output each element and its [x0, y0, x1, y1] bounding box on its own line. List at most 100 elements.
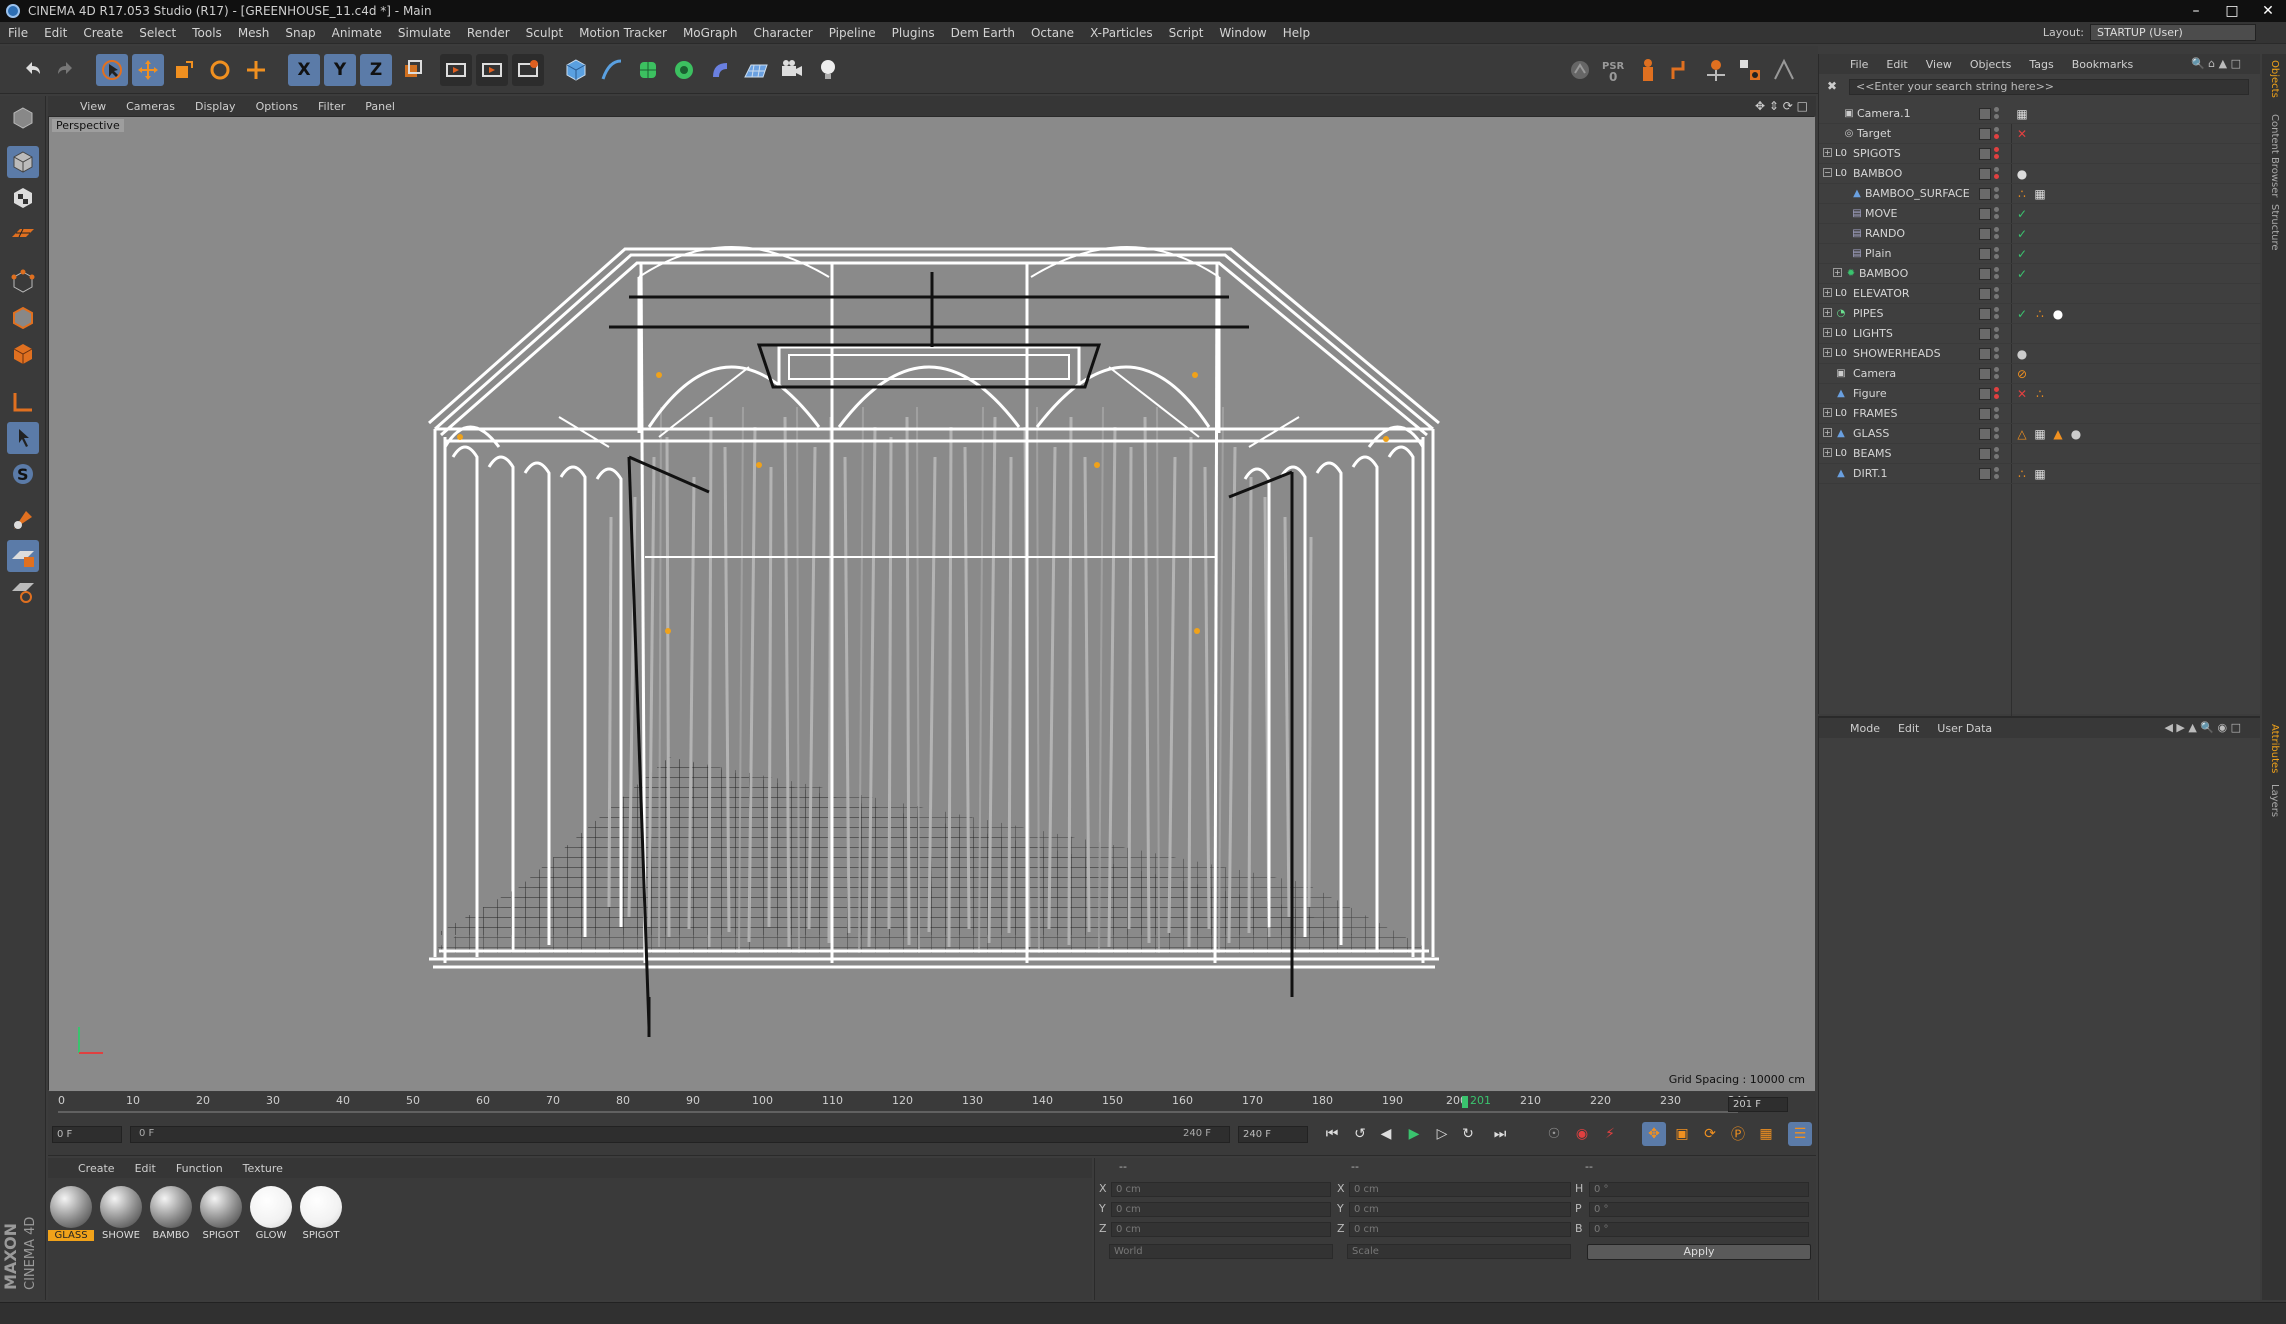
texture-tag-icon[interactable]: ▦	[2033, 187, 2047, 201]
disabled-x-icon[interactable]: ✕	[2015, 127, 2029, 141]
editor-visibility-toggle[interactable]	[1979, 268, 1991, 280]
size-y-field[interactable]: 0 cm	[1349, 1202, 1571, 1217]
spline-pen-icon[interactable]	[596, 54, 628, 86]
object-row[interactable]: ▤ MOVE ✓	[1819, 204, 2261, 224]
phong-tag-icon[interactable]: ▲	[2051, 427, 2065, 441]
menu-file[interactable]: File	[0, 22, 36, 44]
visibility-dots[interactable]	[1994, 427, 2000, 441]
object-menu-tags[interactable]: Tags	[2020, 58, 2062, 71]
material-swatch[interactable]: SPIGOT	[198, 1186, 244, 1244]
material-tag-icon[interactable]: ●	[2015, 167, 2029, 181]
deformer-icon[interactable]	[704, 54, 736, 86]
editor-visibility-toggle[interactable]	[1979, 108, 1991, 120]
enabled-check-icon[interactable]: ✓	[2015, 207, 2029, 221]
previous-frame-icon[interactable]: ◀	[1374, 1122, 1398, 1146]
editor-visibility-toggle[interactable]	[1979, 128, 1991, 140]
material-menu-edit[interactable]: Edit	[125, 1162, 166, 1175]
material-swatch[interactable]: BAMBO	[148, 1186, 194, 1244]
visibility-dots[interactable]	[1994, 407, 2000, 421]
cube-icon[interactable]	[560, 54, 592, 86]
lock-workplane-icon[interactable]	[7, 576, 39, 608]
size-mode-dropdown[interactable]: Scale	[1347, 1244, 1571, 1259]
object-row[interactable]: ◎ Target ✕	[1819, 124, 2261, 144]
tab-content-browser[interactable]: Content Browser	[2269, 114, 2280, 197]
snapping-icon[interactable]: S	[7, 458, 39, 490]
key-parameter-icon[interactable]: Ⓟ	[1726, 1122, 1750, 1146]
visibility-dots[interactable]	[1994, 367, 2000, 381]
visibility-dots[interactable]	[1994, 307, 2000, 321]
goto-end-icon[interactable]: ⏭	[1488, 1122, 1512, 1146]
object-row[interactable]: + L0 SPIGOTS	[1819, 144, 2261, 164]
editor-visibility-toggle[interactable]	[1979, 408, 1991, 420]
selection-tag-icon[interactable]: ∴	[2033, 307, 2047, 321]
protection-tag-icon[interactable]: ⊘	[2015, 367, 2029, 381]
visibility-dots[interactable]	[1994, 107, 2000, 121]
expand-icon[interactable]: +	[1823, 288, 1832, 297]
object-menu-edit[interactable]: Edit	[1877, 58, 1916, 71]
object-row[interactable]: + L0 SHOWERHEADS ●	[1819, 344, 2261, 364]
record-active-objects-icon[interactable]: ◉	[1570, 1122, 1594, 1146]
object-row[interactable]: + L0 ELEVATOR	[1819, 284, 2261, 304]
menu-dem-earth[interactable]: Dem Earth	[943, 22, 1023, 44]
pos-y-field[interactable]: 0 cm	[1111, 1202, 1331, 1217]
material-menu-function[interactable]: Function	[166, 1162, 233, 1175]
rot-h-field[interactable]: 0 °	[1589, 1182, 1809, 1197]
collapse-icon[interactable]: −	[1823, 168, 1832, 177]
visibility-dots[interactable]	[1994, 167, 2000, 181]
key-point-level-icon[interactable]: ▦	[1754, 1122, 1778, 1146]
render-view-icon[interactable]	[440, 54, 472, 86]
menu-create[interactable]: Create	[75, 22, 131, 44]
minimize-icon[interactable]: –	[2178, 0, 2214, 22]
key-position-icon[interactable]: ✥	[1642, 1122, 1666, 1146]
visibility-dots[interactable]	[1994, 387, 2000, 401]
maximize-icon[interactable]: □	[2214, 0, 2250, 22]
menu-tools[interactable]: Tools	[184, 22, 230, 44]
editor-visibility-toggle[interactable]	[1979, 328, 1991, 340]
material-menu-create[interactable]: Create	[68, 1162, 125, 1175]
selection-tag-icon[interactable]: ∴	[2015, 187, 2029, 201]
previous-keyframe-icon[interactable]: ↺	[1348, 1122, 1372, 1146]
layout-dropdown[interactable]: STARTUP (User)	[2090, 24, 2256, 41]
psr-icon[interactable]: PSR 0	[1598, 54, 1630, 86]
selection-tag-icon[interactable]: ∴	[2015, 467, 2029, 481]
texture-mode-icon[interactable]	[7, 182, 39, 214]
object-row[interactable]: ▤ RANDO ✓	[1819, 224, 2261, 244]
y-axis-lock-button[interactable]: Y	[324, 54, 356, 86]
perspective-viewport[interactable]: Perspective Grid Spacing : 10000 cm	[48, 116, 1815, 1091]
coordinate-system-icon[interactable]	[396, 54, 428, 86]
object-row[interactable]: + ✹ BAMBOO ✓	[1819, 264, 2261, 284]
material-swatch[interactable]: GLASS	[48, 1186, 94, 1244]
visibility-dots[interactable]	[1994, 247, 2000, 261]
menu-mesh[interactable]: Mesh	[230, 22, 278, 44]
pos-z-field[interactable]: 0 cm	[1111, 1222, 1331, 1237]
viewport-nav-icons[interactable]: ✥ ⇕ ⟳ □	[1755, 99, 1808, 113]
menu-character[interactable]: Character	[745, 22, 820, 44]
tab-attributes[interactable]: Attributes	[2269, 724, 2280, 773]
attribute-menu-edit[interactable]: Edit	[1889, 722, 1928, 735]
sculpt-brush-icon[interactable]	[7, 504, 39, 536]
menu-snap[interactable]: Snap	[277, 22, 323, 44]
size-z-field[interactable]: 0 cm	[1349, 1222, 1571, 1237]
menu-plugins[interactable]: Plugins	[884, 22, 943, 44]
editor-visibility-toggle[interactable]	[1979, 468, 1991, 480]
object-menu-objects[interactable]: Objects	[1961, 58, 2021, 71]
menu-script[interactable]: Script	[1161, 22, 1212, 44]
enabled-check-icon[interactable]: ✓	[2015, 227, 2029, 241]
disabled-x-icon[interactable]: ✕	[2015, 387, 2029, 401]
viewport-menu-panel[interactable]: Panel	[355, 100, 405, 113]
coordinate-space-dropdown[interactable]: World	[1109, 1244, 1333, 1259]
object-row[interactable]: ▤ Plain ✓	[1819, 244, 2261, 264]
model-mode-icon[interactable]	[7, 146, 39, 178]
expand-icon[interactable]: +	[1823, 428, 1832, 437]
object-manager-tools-icons[interactable]: 🔍 ⌂ ▲ □	[2182, 57, 2250, 70]
workplane-mode-icon[interactable]	[7, 218, 39, 250]
menu-pipeline[interactable]: Pipeline	[821, 22, 884, 44]
weight-tool-icon[interactable]	[1734, 54, 1766, 86]
material-swatch[interactable]: SPIGOT	[298, 1186, 344, 1244]
joint-tool-icon[interactable]	[1666, 54, 1698, 86]
visibility-dots[interactable]	[1994, 467, 2000, 481]
menu-mograph[interactable]: MoGraph	[675, 22, 746, 44]
menu-select[interactable]: Select	[131, 22, 184, 44]
texture-tag-icon[interactable]: ▦	[2033, 467, 2047, 481]
pos-x-field[interactable]: 0 cm	[1111, 1182, 1331, 1197]
